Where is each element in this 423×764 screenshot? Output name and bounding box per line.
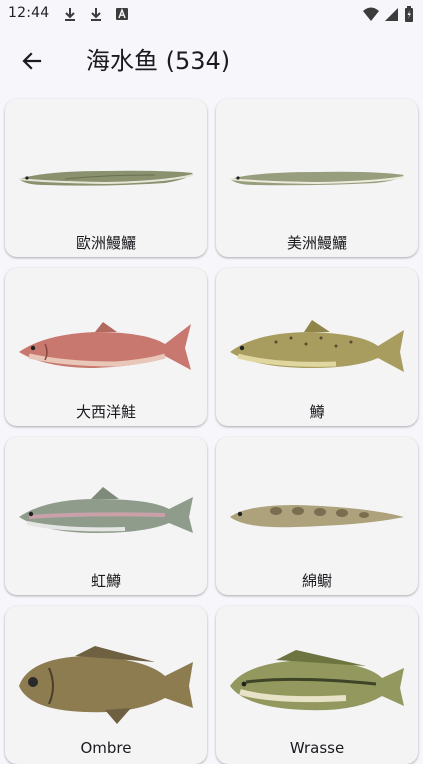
- fish-name: Ombre: [80, 739, 132, 757]
- eelpout-icon: [230, 505, 404, 528]
- fish-card[interactable]: 鱒: [216, 268, 418, 426]
- salmon-icon: [19, 322, 191, 370]
- rainbow-trout-icon: [19, 487, 193, 533]
- fish-card[interactable]: 虹鱒: [5, 437, 207, 595]
- fish-name: 美洲鰻鱺: [286, 234, 347, 252]
- fish-card[interactable]: Ombre: [5, 606, 207, 764]
- fish-name: 綿鳚: [301, 572, 332, 590]
- fish-grid: 歐洲鰻鱺 美洲鰻鱺 大西洋鮭 鱒 虹鱒 綿鳚 Ombre Wrasse: [0, 0, 423, 764]
- fish-card[interactable]: 美洲鰻鱺: [216, 99, 418, 257]
- fish-card[interactable]: 歐洲鰻鱺: [5, 99, 207, 257]
- wrasse-icon: [230, 650, 404, 711]
- fish-card[interactable]: 大西洋鮭: [5, 268, 207, 426]
- fish-name: 虹鱒: [90, 572, 121, 590]
- fish-name: 大西洋鮭: [75, 403, 136, 421]
- fish-name: 歐洲鰻鱺: [75, 234, 136, 252]
- fish-name: Wrasse: [289, 739, 345, 757]
- fish-card[interactable]: 綿鳚: [216, 437, 418, 595]
- eel-icon: [18, 170, 194, 186]
- fish-card[interactable]: Wrasse: [216, 606, 418, 764]
- fish-name: 鱒: [309, 403, 325, 421]
- eel-icon: [229, 171, 405, 186]
- trout-icon: [230, 320, 404, 372]
- drum-fish-icon: [19, 646, 193, 724]
